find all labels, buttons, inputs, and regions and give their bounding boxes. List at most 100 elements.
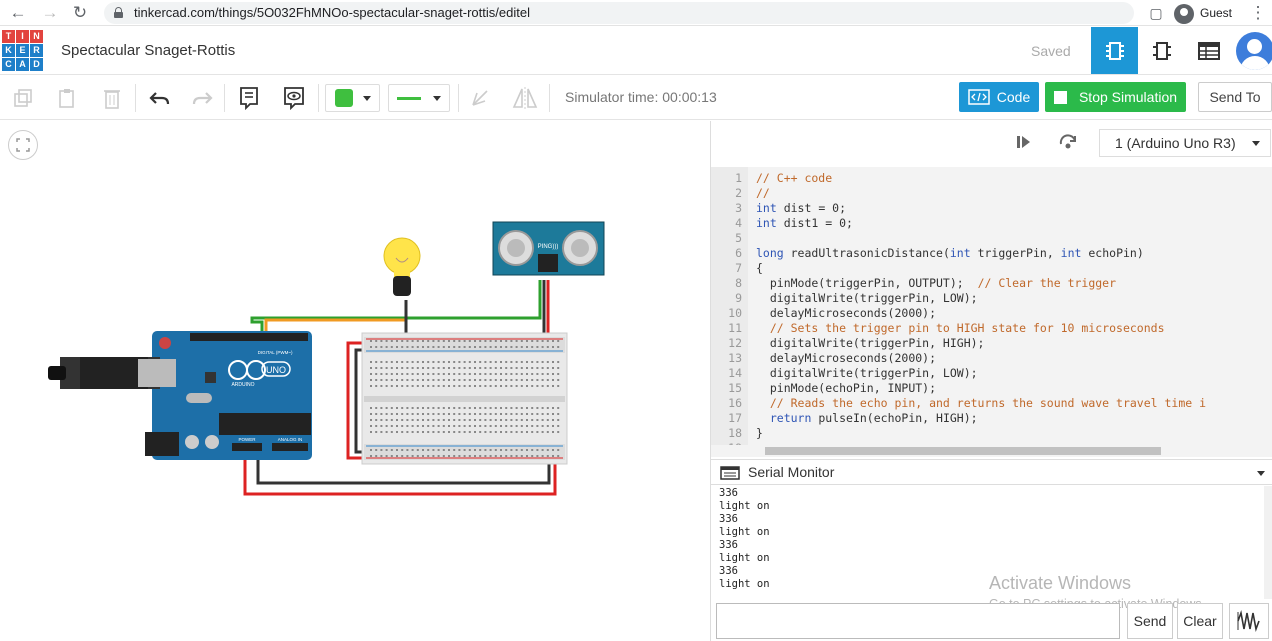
component-list-button[interactable] xyxy=(1185,27,1232,74)
breadboard-hole xyxy=(484,340,487,342)
breadboard-hole xyxy=(494,419,497,421)
breadboard-hole xyxy=(505,431,508,433)
step-button[interactable] xyxy=(1015,134,1033,155)
chevron-down-icon[interactable] xyxy=(1257,471,1265,476)
breadboard-hole xyxy=(396,346,398,348)
circuit-view-button[interactable] xyxy=(1091,27,1138,74)
breadboard-hole xyxy=(385,413,388,415)
breadboard-hole xyxy=(411,413,414,415)
serial-vertical-scrollbar[interactable] xyxy=(1264,486,1272,599)
breadboard-hole xyxy=(541,413,544,415)
code-button[interactable]: Code xyxy=(959,82,1039,112)
breadboard-hole xyxy=(546,455,549,457)
reload-icon[interactable]: ↻ xyxy=(70,3,90,23)
breadboard-hole xyxy=(484,455,487,457)
send-to-button[interactable]: Send To xyxy=(1198,82,1272,112)
sidebar-toggle-icon[interactable]: ▢ xyxy=(1146,3,1166,23)
design-title[interactable]: Spectacular Snaget-Rottis xyxy=(61,42,235,59)
tinkercad-logo[interactable]: TIN KER CAD xyxy=(2,30,43,71)
breadboard-hole xyxy=(437,407,440,409)
breadboard-hole xyxy=(396,419,398,421)
stop-simulation-button[interactable]: Stop Simulation xyxy=(1045,82,1186,112)
breadboard-hole xyxy=(468,449,471,451)
serial-clear-button[interactable]: Clear xyxy=(1177,603,1223,639)
schematic-view-button[interactable] xyxy=(1138,27,1185,74)
forward-arrow-icon[interactable]: → xyxy=(40,3,60,23)
editor-vertical-scrollbar[interactable] xyxy=(1264,167,1272,457)
ultrasonic-sensor[interactable]: PING))) xyxy=(492,221,605,276)
delete-button[interactable] xyxy=(97,84,127,112)
breadboard-hole xyxy=(416,385,419,387)
menu-dots-icon[interactable]: ⋮ xyxy=(1248,3,1268,23)
breadboard-hole xyxy=(422,419,424,421)
breadboard-hole xyxy=(520,431,523,433)
breadboard-hole xyxy=(375,346,378,348)
light-bulb[interactable] xyxy=(383,237,421,296)
scrollbar-thumb[interactable] xyxy=(765,447,1161,455)
user-profile-avatar[interactable] xyxy=(1236,32,1272,70)
back-arrow-icon[interactable]: ← xyxy=(8,3,28,23)
breadboard-hole xyxy=(458,367,461,369)
undo-button[interactable] xyxy=(144,84,174,112)
code-icon xyxy=(968,89,990,105)
breadboard-hole xyxy=(406,367,409,369)
serial-send-button[interactable]: Send xyxy=(1127,603,1173,639)
address-bar[interactable]: tinkercad.com/things/5O032FhMNOo-spectac… xyxy=(104,2,1134,24)
breadboard-hole xyxy=(520,449,523,451)
breadboard-hole xyxy=(531,385,534,387)
breadboard-hole xyxy=(500,431,502,433)
breadboard-hole xyxy=(458,425,461,427)
breadboard-hole xyxy=(390,373,393,375)
code-editor[interactable]: 12345678910111213141516171819 // C++ cod… xyxy=(711,167,1264,445)
breadboard-hole xyxy=(370,340,372,342)
toggle-notes-visibility-button[interactable] xyxy=(279,84,309,112)
breadboard-hole xyxy=(526,361,528,363)
paste-button[interactable] xyxy=(52,84,82,112)
breadboard-hole xyxy=(437,346,440,348)
profile-label: Guest xyxy=(1200,6,1233,20)
code-panel-toolbar: 1 (Arduino Uno R3) xyxy=(711,121,1272,165)
breadboard-hole xyxy=(536,379,539,381)
breadboard-hole xyxy=(370,361,372,363)
breadboard-hole xyxy=(370,449,372,451)
breadboard-hole xyxy=(442,419,445,421)
breadboard-hole xyxy=(531,425,534,427)
breadboard-hole xyxy=(505,340,508,342)
breadboard-hole xyxy=(474,407,476,409)
circuit-canvas[interactable]: UNO ARDUINO DIGITAL (PWM~) POWER ANALOG … xyxy=(0,121,709,641)
flip-button[interactable] xyxy=(508,84,542,112)
editor-horizontal-scrollbar[interactable] xyxy=(711,445,1264,457)
breadboard-hole xyxy=(375,367,378,369)
copy-button[interactable] xyxy=(8,84,38,112)
breadboard-hole xyxy=(380,407,383,409)
breadboard-hole xyxy=(385,407,388,409)
breadboard-hole xyxy=(411,419,414,421)
code-line: // Reads the echo pin, and returns the s… xyxy=(756,396,1206,411)
serial-monitor-header[interactable]: Serial Monitor xyxy=(711,459,1272,485)
serial-graph-button[interactable] xyxy=(1229,603,1269,639)
breadboard-hole xyxy=(552,379,554,381)
breadboard-hole xyxy=(411,449,414,451)
arduino-uno[interactable]: UNO ARDUINO DIGITAL (PWM~) POWER ANALOG … xyxy=(48,331,312,460)
code-line: // xyxy=(756,186,770,201)
profile-button[interactable]: Guest xyxy=(1174,1,1232,25)
serial-input[interactable] xyxy=(716,603,1120,639)
breadboard-hole xyxy=(546,361,549,363)
breadboard-hole xyxy=(463,413,466,415)
breadboard[interactable] xyxy=(361,332,568,465)
notes-button[interactable] xyxy=(234,84,264,112)
rotate-button[interactable] xyxy=(465,84,495,112)
debugger-button[interactable] xyxy=(1058,132,1078,157)
redo-button[interactable] xyxy=(188,84,218,112)
breadboard-hole xyxy=(505,346,508,348)
wire-type-dropdown[interactable] xyxy=(388,84,450,112)
breadboard-hole xyxy=(448,367,450,369)
breadboard-hole xyxy=(463,379,466,381)
wire-color-dropdown[interactable] xyxy=(325,84,380,112)
breadboard-hole xyxy=(484,425,487,427)
board-select[interactable]: 1 (Arduino Uno R3) xyxy=(1099,129,1271,157)
breadboard-hole xyxy=(468,373,471,375)
breadboard-hole xyxy=(448,425,450,427)
serial-line: 336 xyxy=(719,487,738,499)
breadboard-hole xyxy=(401,455,404,457)
